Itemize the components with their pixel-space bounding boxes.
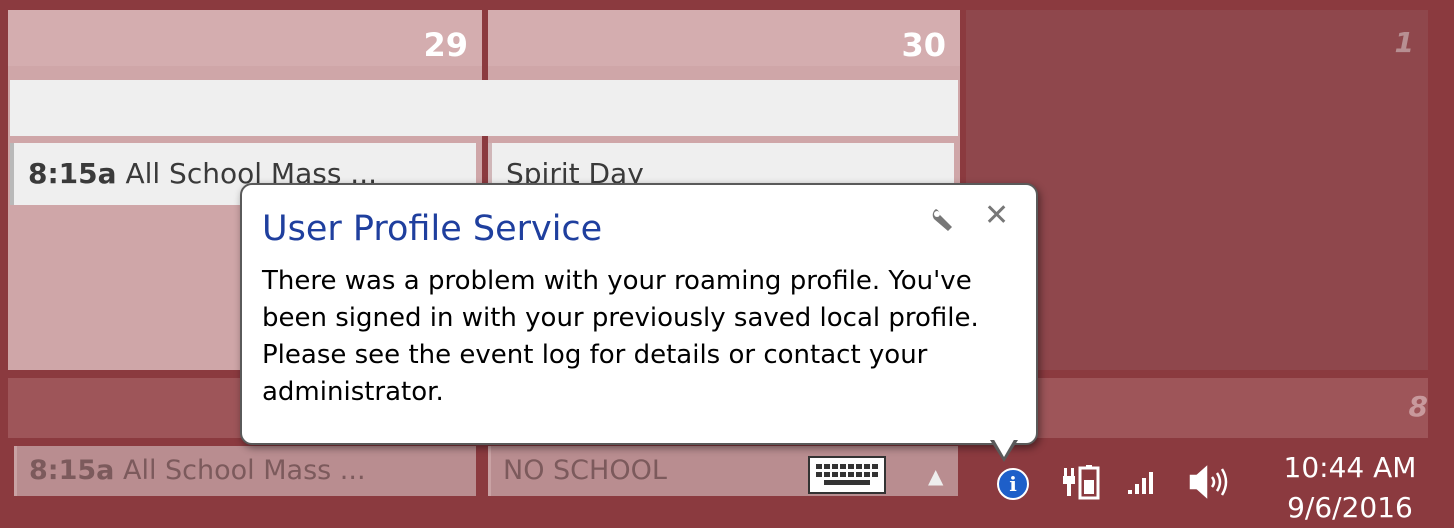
notification-balloon[interactable]: User Profile Service ✕ There was a probl… <box>240 183 1038 445</box>
taskbar-clock[interactable]: 10:44 AM 9/6/2016 <box>1270 448 1430 528</box>
event-time: 8:15a <box>29 455 115 486</box>
day-number: 30 <box>901 26 946 64</box>
event-time: 8:15a <box>28 157 117 190</box>
wrench-icon[interactable] <box>928 205 958 235</box>
day-number: 1 <box>1394 26 1414 59</box>
event-title: All School Mass ... <box>114 455 366 486</box>
notification-title: User Profile Service <box>262 209 603 249</box>
all-day-event-band[interactable] <box>10 80 958 136</box>
taskbar: 8:15a All School Mass ... NO SCHOOL ▲ i <box>0 440 1454 524</box>
day-header: 29 <box>8 10 482 66</box>
day-header: 30 <box>488 10 960 66</box>
keyboard-icon[interactable] <box>808 456 886 494</box>
event-title: NO SCHOOL <box>503 455 667 486</box>
day-number: 29 <box>423 26 468 64</box>
power-icon[interactable] <box>1062 462 1102 502</box>
notification-body: There was a problem with your roaming pr… <box>262 266 979 407</box>
chevron-up-icon[interactable]: ▲ <box>928 464 943 488</box>
clock-time: 10:44 AM <box>1283 451 1417 484</box>
info-glyph: i <box>1009 472 1017 496</box>
info-icon[interactable]: i <box>997 468 1029 500</box>
clock-date: 9/6/2016 <box>1287 491 1413 524</box>
event-no-school[interactable]: NO SCHOOL <box>488 446 958 496</box>
signal-icon[interactable] <box>1126 464 1160 498</box>
day-number-8: 8 <box>1408 390 1428 423</box>
volume-icon[interactable] <box>1188 462 1236 502</box>
balloon-tail <box>993 438 1015 457</box>
close-icon[interactable]: ✕ <box>984 201 1009 231</box>
keyboard-icon-graphic <box>816 464 878 485</box>
event-all-school-mass-bottom[interactable]: 8:15a All School Mass ... <box>14 446 476 496</box>
